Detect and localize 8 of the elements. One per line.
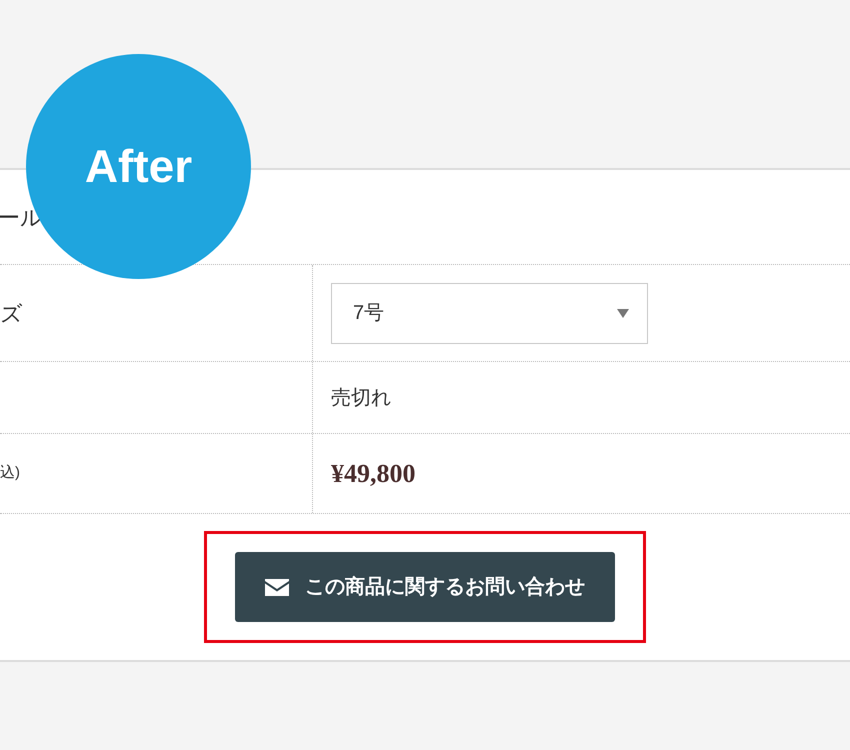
mail-icon — [265, 578, 289, 596]
size-select[interactable]: 7号 — [331, 282, 648, 344]
stock-status: 売切れ — [331, 386, 391, 410]
row-label: ズ — [0, 300, 23, 328]
inquiry-button[interactable]: この商品に関するお問い合わせ — [235, 552, 615, 622]
price: ¥49,800 — [331, 458, 416, 490]
dropdown-caret-icon — [617, 308, 629, 318]
row-label: 込) — [0, 463, 20, 484]
